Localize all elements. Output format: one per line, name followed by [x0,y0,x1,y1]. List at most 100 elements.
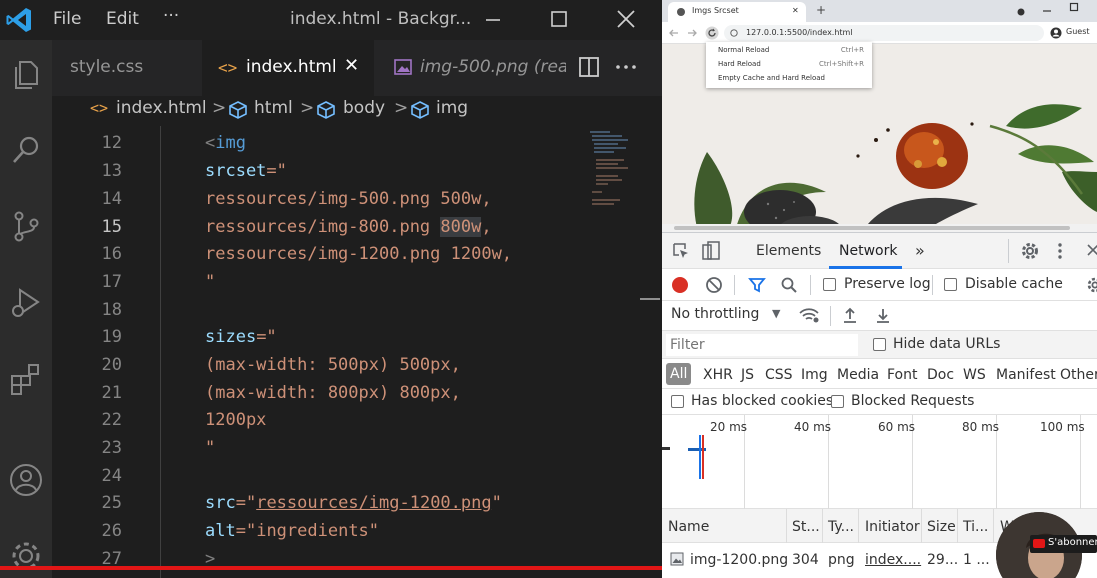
new-tab-button[interactable]: + [816,3,826,17]
line-number: 26 [101,521,122,541]
tab-img-500-png[interactable]: img-500.png (read [374,40,566,96]
split-editor-icon[interactable] [578,56,600,78]
more-actions-icon[interactable] [614,56,638,78]
close-tab-icon[interactable]: ✕ [344,55,359,76]
filter-doc[interactable]: Doc [927,367,954,383]
network-overview-timeline[interactable]: 20 ms 40 ms 60 ms 80 ms 100 ms [662,415,1097,509]
search-icon[interactable] [780,276,798,294]
filter-other[interactable]: Other [1060,367,1097,383]
menu-normal-reload[interactable]: Normal Reload Ctrl+R [718,46,864,54]
breadcrumb-img[interactable]: img [436,98,468,118]
has-blocked-cookies-checkbox[interactable] [671,395,684,408]
separator [1008,239,1009,263]
close-devtools-icon[interactable] [1086,243,1097,257]
filter-img[interactable]: Img [801,367,828,383]
settings-gear-icon[interactable] [1020,241,1040,261]
throttling-select[interactable]: No throttling [671,306,759,322]
kebab-menu-icon[interactable] [1056,241,1064,261]
row-initiator-link[interactable]: index.... [865,552,921,568]
menu-hard-reload[interactable]: Hard Reload Ctrl+Shift+R [718,60,864,68]
breadcrumb-html[interactable]: html [254,98,293,118]
menu-edit[interactable]: Edit [106,9,139,29]
search-icon[interactable] [6,130,46,170]
filter-js[interactable]: JS [741,367,754,383]
browser-tab[interactable]: Imgs Srcset ✕ [668,2,806,22]
export-har-icon[interactable] [875,306,891,324]
scrollbar-thumb[interactable] [674,226,1070,230]
close-tab-icon[interactable]: ✕ [792,6,799,15]
minimize-icon[interactable] [478,6,508,34]
menu-more[interactable]: ··· [163,6,179,26]
chrome-window: Imgs Srcset ✕ + 127.0.0.1:5500/index.htm… [662,0,1097,578]
source-control-icon[interactable] [6,206,46,246]
chevron-right-icon: > [212,98,227,118]
column-size[interactable]: Size [927,519,956,535]
tab-label: style.css [70,57,144,77]
tab-index-html[interactable]: <> index.html ✕ [202,40,374,96]
clear-icon[interactable] [704,275,724,295]
address-bar[interactable]: 127.0.0.1:5500/index.html [724,25,1044,41]
minimap[interactable] [588,126,648,226]
record-button-icon[interactable] [670,275,690,295]
column-status[interactable]: St... [792,519,820,535]
network-toolbar: Preserve log Disable cache [662,269,1097,301]
column-type[interactable]: Ty... [828,519,854,535]
maximize-icon[interactable] [544,6,574,34]
device-toolbar-icon[interactable] [702,241,720,261]
tab-network[interactable]: Network [839,243,897,259]
settings-gear-icon[interactable] [6,536,46,576]
extensions-icon[interactable] [6,358,46,398]
code-token: =" [235,521,257,541]
blocked-requests-label: Blocked Requests [851,393,975,409]
code-line: " [205,438,216,458]
maximize-icon[interactable] [1069,2,1079,12]
close-window-icon[interactable] [611,6,641,34]
vscode-window: File Edit ··· index.html - Backgr... sty… [0,0,662,578]
filter-media[interactable]: Media [837,367,879,383]
filter-css[interactable]: CSS [765,367,793,383]
preserve-log-checkbox[interactable] [823,278,836,291]
filter-ws[interactable]: WS [963,367,986,383]
menu-file[interactable]: File [53,9,81,29]
filter-xhr[interactable]: XHR [703,367,733,383]
column-time[interactable]: Ti... [963,519,988,535]
row-name: img-1200.png [690,552,789,568]
filter-font[interactable]: Font [887,367,917,383]
tab-style-css[interactable]: style.css [52,40,202,96]
tab-elements[interactable]: Elements [756,243,821,259]
blocked-requests-checkbox[interactable] [831,395,844,408]
network-conditions-icon[interactable] [798,306,820,324]
filter-manifest[interactable]: Manifest [996,367,1056,383]
column-initiator[interactable]: Initiator [865,519,920,535]
disable-cache-checkbox[interactable] [944,278,957,291]
horizontal-scrollbar[interactable] [662,224,1097,232]
filter-input[interactable] [666,334,858,356]
back-arrow-icon[interactable] [668,27,680,39]
video-progress-bar[interactable] [0,566,664,570]
explorer-icon[interactable] [6,54,46,94]
reload-context-menu: Normal Reload Ctrl+R Hard Reload Ctrl+Shif… [706,42,872,88]
load-marker [702,435,704,479]
code-link[interactable]: ressources/img-1200.png [256,493,491,513]
profile-icon[interactable] [1050,27,1062,39]
reload-icon[interactable] [705,26,719,40]
filter-funnel-icon[interactable] [748,276,766,294]
menu-empty-cache-hard-reload[interactable]: Empty Cache and Hard Reload [718,74,864,82]
account-icon[interactable] [6,460,46,500]
network-settings-gear-icon[interactable] [1086,276,1097,294]
filter-all[interactable]: All [666,363,692,385]
forward-arrow-icon[interactable] [686,27,698,39]
subscribe-button[interactable]: S'abonner [1030,535,1097,553]
code-line: ressources/img-500.png 500w, [205,189,492,209]
breadcrumb-file[interactable]: index.html [116,98,207,118]
inspect-element-icon[interactable] [672,242,690,260]
more-tabs-chevron[interactable]: » [915,241,925,260]
hide-data-urls-checkbox[interactable] [873,338,886,351]
column-name[interactable]: Name [668,519,709,535]
dropdown-arrow-icon[interactable]: ▼ [772,307,780,320]
import-har-icon[interactable] [842,306,858,324]
run-debug-icon[interactable] [6,282,46,322]
code-editor[interactable]: 12 13 14 15 16 17 18 19 20 21 22 23 24 2… [52,126,662,578]
breadcrumb-body[interactable]: body [343,98,385,118]
minimize-icon[interactable] [1042,6,1052,16]
